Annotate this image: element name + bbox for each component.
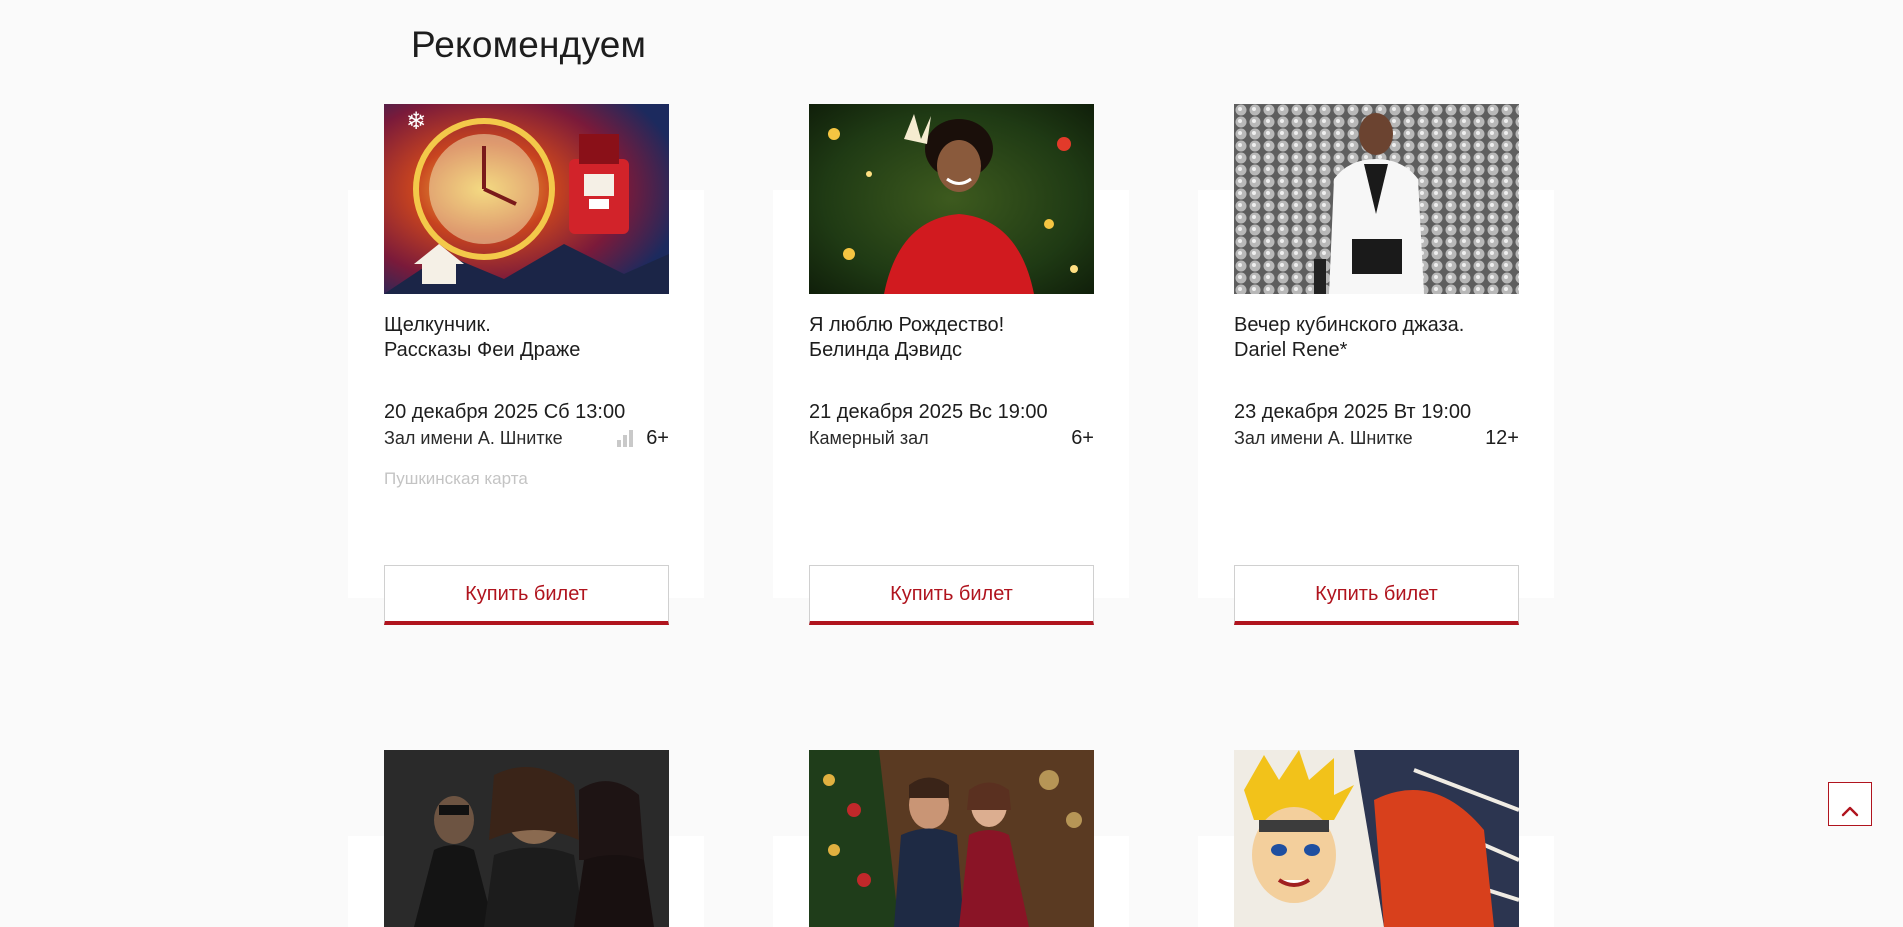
event-image[interactable] xyxy=(384,750,669,927)
anime-character-image xyxy=(1234,750,1519,927)
event-venue: Камерный зал xyxy=(809,428,929,448)
age-rating: 6+ xyxy=(646,427,669,449)
nutcracker-clock-image: ❄ xyxy=(384,104,669,294)
svg-text:❄: ❄ xyxy=(406,108,426,135)
age-rating: 6+ xyxy=(1071,427,1094,449)
event-title-line: Вечер кубинского джаза. xyxy=(1234,314,1465,336)
event-title[interactable]: Вечер кубинского джаза. Dariel Rene* xyxy=(1234,313,1519,363)
chevron-up-icon xyxy=(1841,806,1859,816)
event-venue: Зал имени А. Шнитке xyxy=(384,428,563,448)
event-datetime: 20 декабря 2025 Сб 13:00 xyxy=(384,401,626,423)
section-title: Рекомендуем xyxy=(411,24,647,65)
event-image[interactable] xyxy=(1234,750,1519,927)
event-image[interactable] xyxy=(1234,104,1519,294)
jazz-performer-image xyxy=(1234,104,1519,294)
event-title[interactable]: Щелкунчик. Рассказы Феи Драже xyxy=(384,313,669,363)
event-image[interactable] xyxy=(809,104,1094,294)
buy-ticket-button[interactable]: Купить билет xyxy=(809,565,1094,625)
event-title[interactable]: Я люблю Рождество! Белинда Дэвидс xyxy=(809,313,1094,363)
event-datetime: 23 декабря 2025 Вт 19:00 xyxy=(1234,401,1472,423)
buy-ticket-button[interactable]: Купить билет xyxy=(384,565,669,625)
event-image[interactable] xyxy=(809,750,1094,927)
ballroom-couple-image xyxy=(809,750,1094,927)
event-card: ❄ Щелкунчик. Рассказы Феи Драже 20 декаб… xyxy=(348,104,704,664)
buy-ticket-button[interactable]: Купить билет xyxy=(1234,565,1519,625)
event-card xyxy=(773,750,1129,927)
page: Рекомендуем ❄ Щелкунчик. Рассказы Феи Др… xyxy=(0,0,1903,927)
signal-bars-icon xyxy=(617,430,633,447)
pushkin-card-label: Пушкинская карта xyxy=(384,469,528,488)
event-datetime: 21 декабря 2025 Вс 19:00 xyxy=(809,401,1048,423)
scroll-to-top-button[interactable] xyxy=(1828,782,1872,826)
event-title-line: Dariel Rene* xyxy=(1234,339,1348,361)
event-card xyxy=(1198,750,1554,927)
dark-ensemble-image xyxy=(384,750,669,927)
event-card xyxy=(348,750,704,927)
event-title-line: Белинда Дэвидс xyxy=(809,339,963,361)
event-card: Я люблю Рождество! Белинда Дэвидс 21 дек… xyxy=(773,104,1129,664)
event-title-line: Щелкунчик. xyxy=(384,314,491,336)
event-card: Вечер кубинского джаза. Dariel Rene* 23 … xyxy=(1198,104,1554,664)
event-venue: Зал имени А. Шнитке xyxy=(1234,428,1413,448)
age-rating: 12+ xyxy=(1485,427,1519,449)
event-image[interactable]: ❄ xyxy=(384,104,669,294)
event-title-line: Я люблю Рождество! xyxy=(809,314,1005,336)
singer-christmas-image xyxy=(809,104,1094,294)
event-title-line: Рассказы Феи Драже xyxy=(384,339,581,361)
